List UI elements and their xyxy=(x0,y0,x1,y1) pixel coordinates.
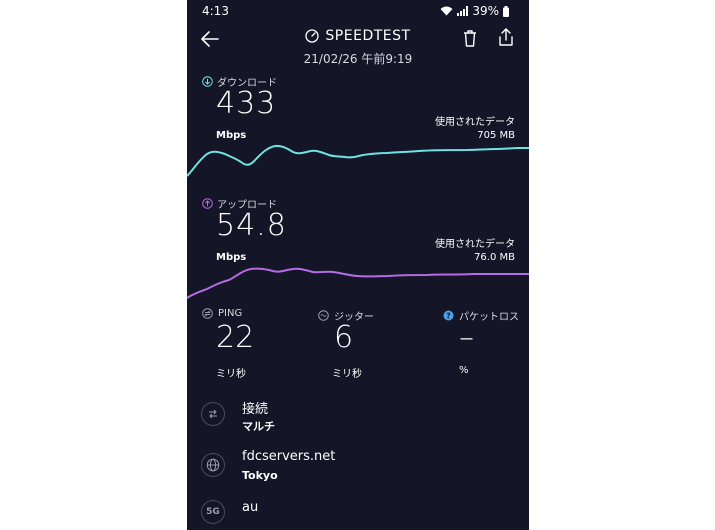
speedometer-icon xyxy=(305,29,320,43)
upload-speed-value: 54.8 xyxy=(216,208,287,243)
server-row[interactable]: fdcservers.net Tokyo xyxy=(201,449,521,489)
signal-icon xyxy=(457,6,469,16)
ping-stat: PING 22 ミリ秒 xyxy=(202,308,254,380)
download-speed-graph xyxy=(187,144,529,177)
server-location: Tokyo xyxy=(242,469,278,482)
connection-row: 接続 マルチ xyxy=(201,398,521,438)
app-title: SPEEDTEST xyxy=(305,28,410,44)
battery-icon xyxy=(503,5,509,17)
ping-unit: ミリ秒 xyxy=(216,369,246,380)
ping-value: 22 xyxy=(216,320,255,355)
ping-icon xyxy=(202,308,213,319)
test-datetime: 21/02/26 午前9:19 xyxy=(303,52,413,66)
battery-percent: 39% xyxy=(472,4,499,18)
download-speed-value: 433 xyxy=(216,86,277,121)
download-arrow-icon xyxy=(202,76,213,87)
packet-loss-stat: ? パケットロス – % xyxy=(443,308,519,376)
provider-name: au xyxy=(242,500,259,515)
packet-loss-label: ? パケットロス xyxy=(443,308,519,323)
connection-icon xyxy=(201,402,225,426)
download-data-used-label: 使用されたデータ xyxy=(435,117,515,128)
status-time: 4:13 xyxy=(202,4,229,18)
share-icon[interactable] xyxy=(495,26,517,48)
globe-icon xyxy=(201,453,225,477)
network-5g-icon: 5G xyxy=(201,500,225,524)
download-data-used: 使用されたデータ 705 MB xyxy=(435,116,515,142)
packet-loss-unit: % xyxy=(459,365,469,376)
connection-title: 接続 xyxy=(242,402,269,417)
download-graph-line xyxy=(187,144,529,177)
ping-label: PING xyxy=(202,308,242,319)
wifi-icon xyxy=(440,6,453,16)
status-indicators: 39% xyxy=(440,4,509,18)
provider-row: 5G au xyxy=(201,496,521,530)
ping-label-text: PING xyxy=(218,308,243,319)
jitter-stat: ジッター 6 ミリ秒 xyxy=(318,308,374,380)
help-icon[interactable]: ? xyxy=(443,310,454,321)
jitter-value: 6 xyxy=(334,320,354,355)
jitter-icon xyxy=(318,310,329,321)
upload-speed-graph xyxy=(187,267,529,299)
trash-icon[interactable] xyxy=(459,27,481,49)
server-name: fdcservers.net xyxy=(242,449,336,464)
speedtest-result-screen: 4:13 39% SPEEDTEST 21/02/26 午前9:19 ダウンロー… xyxy=(187,0,529,530)
upload-data-used: 使用されたデータ 76.0 MB xyxy=(435,238,515,264)
upload-graph-line xyxy=(187,267,529,299)
connection-subtitle: マルチ xyxy=(242,420,275,433)
result-header: SPEEDTEST 21/02/26 午前9:19 xyxy=(187,24,529,68)
packet-loss-value: – xyxy=(459,320,474,355)
upload-arrow-icon xyxy=(202,198,213,209)
jitter-unit: ミリ秒 xyxy=(332,369,362,380)
status-bar: 4:13 39% xyxy=(187,0,529,24)
app-title-text: SPEEDTEST xyxy=(325,28,411,44)
upload-data-used-label: 使用されたデータ xyxy=(435,239,515,250)
svg-text:?: ? xyxy=(446,311,451,320)
